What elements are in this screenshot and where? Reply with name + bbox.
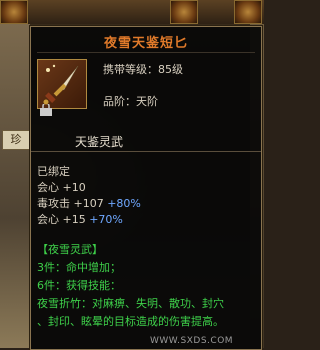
carry-level: 携带等级：85级 bbox=[103, 63, 183, 76]
lock-icon bbox=[39, 101, 53, 116]
title-divider bbox=[37, 52, 255, 53]
left-panel bbox=[0, 24, 30, 348]
stat-line: 会心 +10 bbox=[37, 179, 86, 195]
stat-base: 会心 +10 bbox=[37, 181, 86, 194]
set-line: 6件：获得技能： bbox=[37, 279, 121, 292]
stat-base: 会心 +15 bbox=[37, 213, 86, 226]
watermark: WWW.SXDS.COM bbox=[150, 336, 234, 346]
bound-status: 已绑定 bbox=[37, 165, 70, 178]
stat-extra: +80% bbox=[107, 197, 141, 210]
item-name: 夜雪天鉴短匕 bbox=[103, 36, 188, 51]
set-line: 3件：命中增加； bbox=[37, 261, 121, 274]
item-rank: 品阶：天阶 bbox=[103, 95, 158, 108]
top-slot-mid-icon[interactable] bbox=[170, 0, 198, 24]
stat-line: 会心 +15 +70% bbox=[37, 211, 123, 227]
side-tab[interactable]: 珍 bbox=[2, 130, 30, 150]
item-tooltip: 夜雪天鉴短匕 携带等级：85级 品阶：天阶 天鉴灵武 已绑定 会心 +10 毒攻… bbox=[30, 26, 262, 350]
stat-base: 毒攻击 +107 bbox=[37, 197, 104, 210]
section-divider bbox=[31, 151, 261, 152]
set-title: 【夜雪灵武】 bbox=[37, 243, 103, 256]
top-slot-left-icon[interactable] bbox=[0, 0, 28, 24]
stat-line: 毒攻击 +107 +80% bbox=[37, 195, 141, 211]
set-line: 夜雪折竹：对麻痹、失明、散功、封穴 bbox=[37, 297, 224, 310]
top-slot-right-icon[interactable] bbox=[234, 0, 262, 24]
stat-extra: +70% bbox=[89, 213, 123, 226]
section-title: 天鉴灵武 bbox=[75, 135, 124, 149]
set-line: 、封印、眩晕的目标造成的伤害提高。 bbox=[37, 315, 224, 328]
top-bar bbox=[0, 0, 264, 24]
